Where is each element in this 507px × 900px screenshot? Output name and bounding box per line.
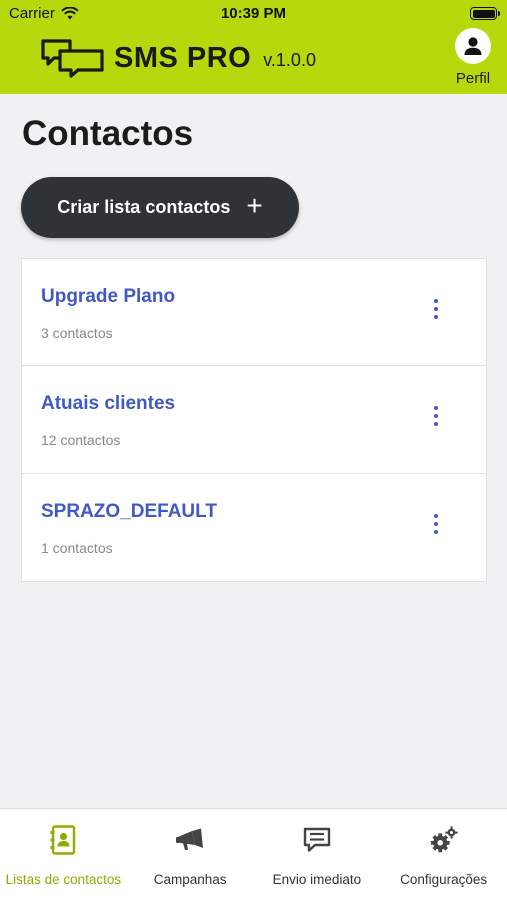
brand-version: v.1.0.0: [263, 49, 316, 70]
tab-label: Campanhas: [153, 872, 227, 887]
status-bar: Carrier 10:39 PM: [0, 0, 507, 28]
tab-label: Envio imediato: [272, 872, 362, 887]
contact-list-item[interactable]: Atuais clientes 12 contactos: [22, 366, 486, 474]
contact-list-title: SPRAZO_DEFAULT: [41, 500, 217, 522]
user-icon: [455, 28, 491, 64]
contacts-book-icon: [48, 825, 78, 855]
bottom-tab-bar: Listas de contactos Campanhas Envio imed…: [0, 808, 507, 900]
battery-icon: [470, 7, 500, 20]
tab-contact-lists[interactable]: Listas de contactos: [0, 809, 127, 900]
chat-bubbles-logo-icon: [41, 39, 104, 78]
tab-send-now[interactable]: Envio imediato: [254, 809, 381, 900]
contact-list-count: 3 contactos: [41, 325, 113, 341]
create-contact-list-button[interactable]: Criar lista contactos +: [21, 177, 299, 238]
contact-list-title: Upgrade Plano: [41, 286, 176, 307]
message-icon: [302, 825, 332, 855]
contact-list-count: 1 contactos: [41, 539, 113, 556]
status-time: 10:39 PM: [220, 5, 287, 22]
megaphone-icon: [175, 825, 205, 855]
profile-button[interactable]: Perfil: [452, 28, 494, 87]
tab-settings[interactable]: Configurações: [380, 809, 507, 900]
contact-lists: Upgrade Plano 3 contactos Atuais cliente…: [21, 258, 487, 582]
profile-label: Perfil: [455, 70, 491, 87]
tab-label: Listas de contactos: [5, 872, 122, 887]
tab-campaigns[interactable]: Campanhas: [127, 809, 254, 900]
brand-name: SMS PRO: [114, 41, 252, 74]
app-header: Carrier 10:39 PM SMS PRO v.1.0.0 Perfil: [0, 0, 507, 94]
contact-list-item[interactable]: Upgrade Plano 3 contactos: [22, 259, 486, 367]
create-button-label: Criar lista contactos: [57, 197, 231, 217]
gears-icon: [429, 825, 459, 855]
more-options-icon[interactable]: [428, 404, 444, 428]
contact-list-count: 12 contactos: [41, 432, 121, 449]
more-options-icon[interactable]: [428, 297, 444, 321]
contact-list-item[interactable]: SPRAZO_DEFAULT 1 contactos: [22, 474, 486, 581]
plus-icon: +: [246, 190, 263, 221]
tab-label: Configurações: [400, 872, 488, 887]
contact-list-title: Atuais clientes: [41, 393, 176, 415]
page-title: Contactos: [22, 114, 194, 153]
more-options-icon[interactable]: [428, 512, 444, 536]
brand: SMS PRO v.1.0.0: [40, 38, 316, 78]
